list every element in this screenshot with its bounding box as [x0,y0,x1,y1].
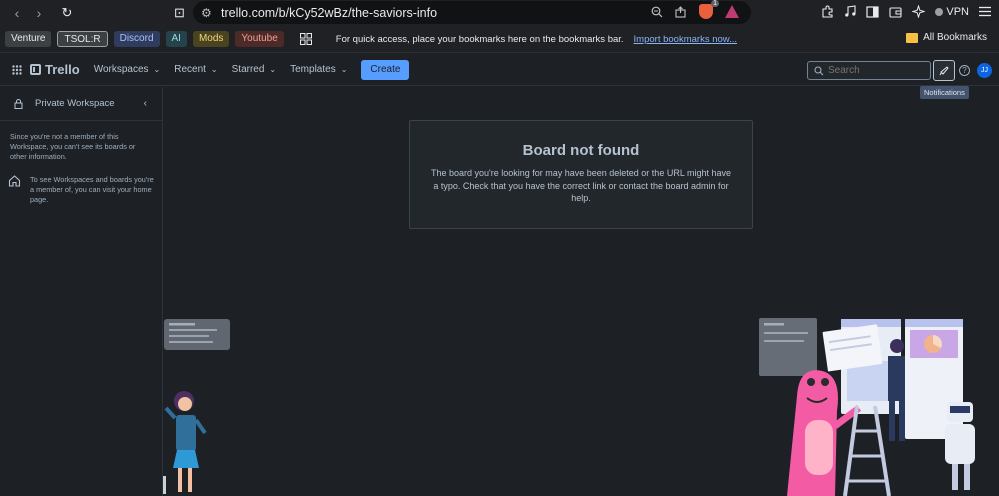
url-text[interactable]: trello.com/b/kCy52wBz/the-saviors-info [221,6,437,20]
vpn-label: VPN [946,5,969,18]
bookmark-chip[interactable]: TSOL:R [57,31,108,47]
chevron-down-icon: ⌄ [210,65,218,74]
avatar[interactable]: JJ [977,63,992,78]
megaphone-icon [939,66,949,76]
folder-icon [906,32,919,43]
leo-icon[interactable] [912,5,926,18]
bookmark-chip[interactable]: Venture [5,31,52,47]
reload-icon[interactable]: ↻ [56,5,78,21]
page: ‹ › ↻ ⊡ ⚙ trello.com/b/kCy52wBz/the-savi… [0,0,999,496]
sidebar-header: Private Workspace ‹ [0,87,162,121]
browser-actions: VPN [821,5,991,18]
bookmarks-bar: Venture TSOL:R Discord AI Mods Youtube For qu… [0,26,999,53]
home-page-note: To see Workspaces and boards you're a me… [30,175,154,204]
trello-logo-text: Trello [45,62,80,77]
header-menu-templates[interactable]: Templates ⌄ [290,64,347,75]
all-bookmarks-label: All Bookmarks [923,32,987,43]
chevron-down-icon: ⌄ [340,65,348,74]
shield-count-badge: 1 [711,0,719,7]
header-menu-label: Starred [231,64,265,75]
bookmark-chip[interactable]: AI [165,31,187,47]
page-title: Board not found [522,142,640,159]
workspace-name: Private Workspace [35,98,115,109]
board-not-found-panel: Board not found The board you're looking… [409,120,753,229]
extensions-icon[interactable] [821,5,834,18]
lock-icon [14,98,23,109]
search-icon [814,65,824,75]
search-input[interactable] [828,65,928,76]
bookmark-chip[interactable]: Mods [192,31,230,47]
menu-icon[interactable] [979,6,991,17]
header-menu-workspaces[interactable]: Workspaces ⌄ [94,64,161,75]
sidebar: Private Workspace ‹ Since you're not a m… [0,87,163,496]
address-bar[interactable]: ⚙ trello.com/b/kCy52wBz/the-saviors-info… [193,0,751,24]
bookmarks-hint: For quick access, place your bookmarks h… [335,33,624,45]
bookmark-chip[interactable]: Discord [113,31,160,47]
help-icon[interactable]: ? [959,65,970,76]
wallet-icon[interactable] [889,6,902,18]
sidebar-icon[interactable] [866,5,879,18]
notifications-button[interactable] [933,60,955,81]
media-icon[interactable] [844,5,856,18]
trello-logo[interactable]: Trello [30,62,80,77]
site-settings-icon[interactable]: ⚙ [201,6,215,20]
bookmark-chips: Venture TSOL:R Discord AI Mods Youtube [5,31,284,47]
chevron-down-icon: ⌄ [153,65,161,74]
notifications-tooltip: Notifications [920,86,969,99]
header-menus: Workspaces ⌄ Recent ⌄ Starred ⌄ Templates ⌄ [80,64,348,75]
all-bookmarks-button[interactable]: All Bookmarks [906,32,987,43]
header-menu-recent[interactable]: Recent ⌄ [174,64,217,75]
share-icon[interactable] [675,5,687,18]
forward-icon[interactable]: › [28,5,50,21]
trello-header: Trello Workspaces ⌄ Recent ⌄ Starred ⌄ Templat… [0,54,999,86]
bookmark-page-icon[interactable]: ⊡ [174,5,190,21]
address-bar-actions: 1 [651,0,739,19]
bookmark-chip[interactable]: Youtube [235,31,284,47]
zoom-icon[interactable] [651,6,663,18]
error-description: The board you're looking for may have be… [430,168,732,203]
brave-rewards-icon[interactable] [725,5,739,18]
team-illustration-right [759,318,975,496]
header-menu-label: Templates [290,64,336,75]
vpn-button[interactable]: VPN [935,6,969,18]
chevron-down-icon: ⌄ [269,65,277,74]
brave-shields-icon[interactable]: 1 [699,0,719,19]
header-menu-label: Recent [174,64,206,75]
create-button[interactable]: Create [361,59,410,80]
person-illustration-left [163,319,230,494]
membership-note: Since you're not a member of this Worksp… [10,132,136,161]
home-icon [8,175,21,187]
back-icon[interactable]: ‹ [6,5,28,21]
browser-toolbar: ‹ › ↻ ⊡ ⚙ trello.com/b/kCy52wBz/the-savi… [0,0,999,26]
header-menu-starred[interactable]: Starred ⌄ [232,64,277,75]
trello-logo-icon [30,64,41,75]
import-bookmarks-link[interactable]: Import bookmarks now... [634,34,737,45]
app-switcher-icon[interactable] [10,64,24,75]
vpn-status-icon [935,7,944,16]
apps-grid-icon[interactable] [299,33,312,45]
header-menu-label: Workspaces [93,64,149,75]
search-box[interactable] [807,61,931,80]
collapse-sidebar-icon[interactable]: ‹ [144,98,147,109]
